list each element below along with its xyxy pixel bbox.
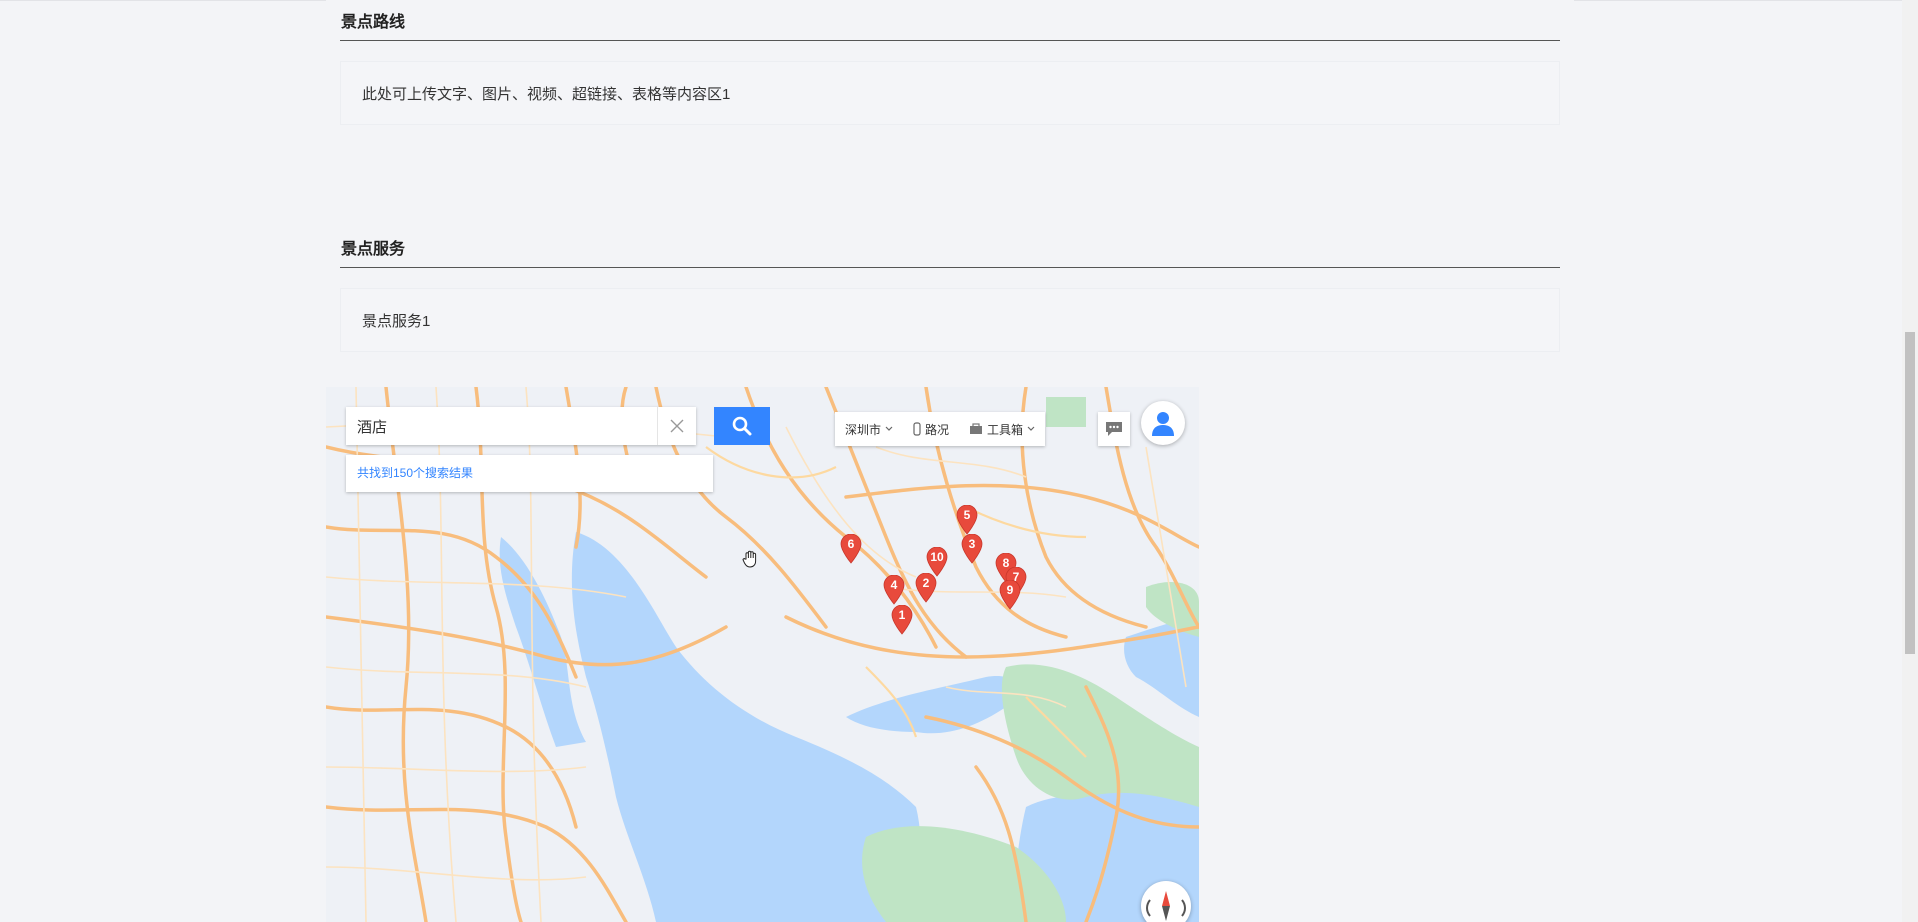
page: 景点路线 此处可上传文字、图片、视频、超链接、表格等内容区1 景点服务 景点服务…	[0, 0, 1918, 922]
marker-label: 9	[1006, 583, 1014, 597]
map-marker[interactable]: 3	[961, 533, 983, 564]
toolbox-icon	[970, 423, 983, 434]
close-icon	[670, 419, 684, 433]
city-label: 深圳市	[845, 422, 882, 437]
service-section-title: 景点服务	[340, 237, 1560, 268]
compass-control[interactable]	[1141, 881, 1191, 922]
service-content-text: 景点服务1	[362, 312, 431, 330]
user-icon	[1152, 412, 1174, 436]
marker-label: 5	[963, 508, 971, 522]
service-section: 景点服务 景点服务1	[340, 237, 1560, 352]
marker-label: 2	[922, 576, 930, 590]
traffic-button[interactable]: 路况	[903, 412, 959, 446]
map-marker[interactable]: 5	[956, 504, 978, 535]
hand-cursor-icon	[742, 550, 757, 568]
map-marker[interactable]: 9	[999, 579, 1021, 610]
toolbox-label: 工具箱	[987, 422, 1024, 437]
marker-label: 6	[847, 537, 855, 551]
map-toolbar: 深圳市 路况 工具箱	[835, 412, 1046, 446]
toolbox-button[interactable]: 工具箱	[959, 412, 1045, 446]
route-section-title: 景点路线	[340, 10, 1560, 41]
message-button[interactable]	[1098, 412, 1130, 446]
marker-label: 4	[890, 578, 898, 592]
map-search-input[interactable]	[346, 407, 658, 445]
map-search-box	[346, 407, 696, 445]
chevron-down-icon	[885, 426, 893, 431]
chat-bubble-icon	[1106, 422, 1122, 436]
marker-label: 10	[930, 550, 944, 564]
marker-label: 1	[898, 608, 906, 622]
route-content-text: 此处可上传文字、图片、视频、超链接、表格等内容区1	[362, 85, 731, 103]
chevron-down-icon	[1027, 426, 1035, 431]
route-content-box: 此处可上传文字、图片、视频、超链接、表格等内容区1	[340, 61, 1560, 125]
route-section: 景点路线 此处可上传文字、图片、视频、超链接、表格等内容区1	[340, 10, 1560, 125]
scrollbar-thumb[interactable]	[1905, 332, 1915, 654]
traffic-label: 路况	[925, 422, 950, 437]
search-result-summary[interactable]: 共找到150个搜索结果	[346, 455, 713, 492]
city-selector[interactable]: 深圳市	[835, 412, 903, 446]
service-content-box: 景点服务1	[340, 288, 1560, 352]
compass-icon	[1146, 891, 1186, 921]
search-icon	[732, 416, 752, 436]
map-container[interactable]: 共找到150个搜索结果 深圳市 路况 工具箱	[326, 387, 1199, 922]
map-marker[interactable]: 4	[883, 574, 905, 605]
map-search-button[interactable]	[714, 407, 770, 445]
clear-search-button[interactable]	[657, 407, 696, 445]
map-marker[interactable]: 1	[891, 604, 913, 635]
user-avatar-button[interactable]	[1141, 401, 1185, 445]
map-marker[interactable]: 6	[840, 533, 862, 564]
traffic-light-icon	[913, 422, 921, 436]
map-marker[interactable]: 2	[915, 572, 937, 603]
marker-label: 3	[968, 537, 976, 551]
page-scrollbar[interactable]	[1902, 0, 1918, 922]
